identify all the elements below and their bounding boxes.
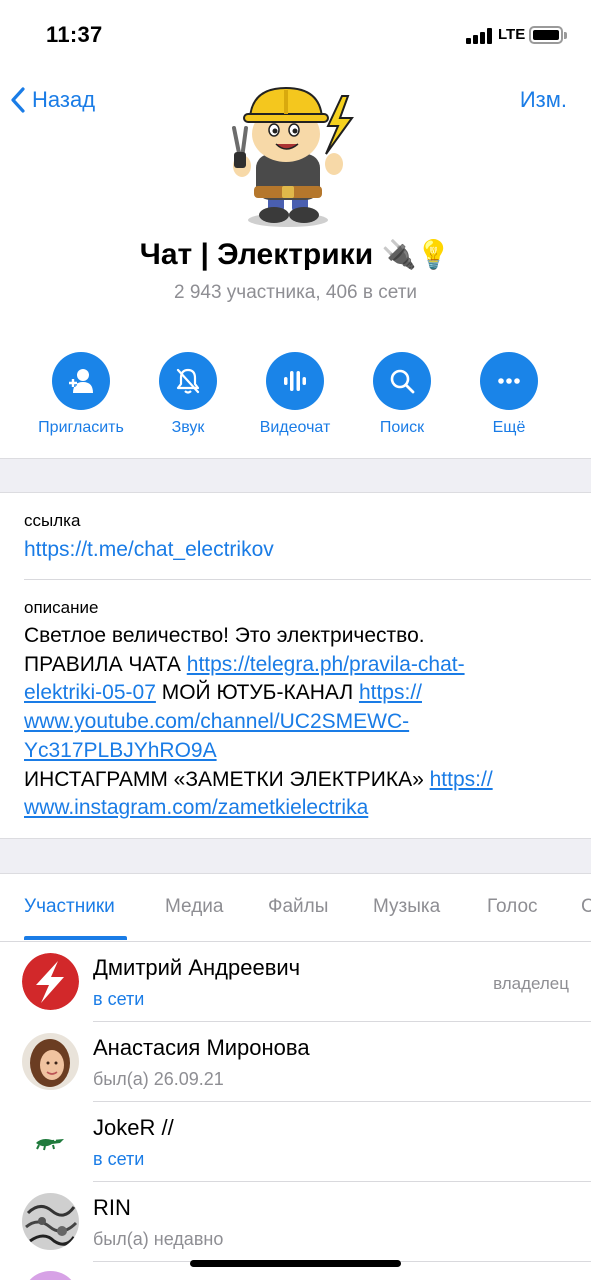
tab-voice[interactable]: Голос xyxy=(487,896,538,918)
battery-icon xyxy=(529,26,567,44)
member-row[interactable]: RIN был(а) недавно xyxy=(0,1182,591,1262)
photo-avatar-icon xyxy=(22,1033,79,1090)
member-name: Дмитрий Андреевич xyxy=(93,955,301,980)
section-separator xyxy=(0,458,591,493)
divider xyxy=(24,579,591,580)
tab-more[interactable]: С xyxy=(581,896,591,918)
more-button[interactable]: Ещё xyxy=(454,352,564,437)
member-role: владелец xyxy=(493,974,569,993)
member-status: был(а) 26.09.21 xyxy=(93,1069,224,1089)
voice-chat-icon xyxy=(266,352,324,410)
section-separator xyxy=(0,838,591,874)
voice-chat-label: Видеочат xyxy=(259,419,331,436)
chevron-left-icon xyxy=(11,87,25,113)
status-bar: 11:37 LTE xyxy=(0,0,591,70)
member-name: Анастасия Миронова xyxy=(93,1035,310,1060)
group-avatar[interactable] xyxy=(216,82,360,230)
tab-media[interactable]: Медиа xyxy=(165,896,223,918)
search-label: Поиск xyxy=(379,419,425,436)
youtube-prefix: МОЙ ЮТУБ-КАНАЛ xyxy=(155,681,359,705)
invite-label: Пригласить xyxy=(38,419,124,436)
invite-button[interactable]: Пригласить xyxy=(26,352,136,437)
search-icon xyxy=(373,352,431,410)
instagram-prefix: ИНСТАГРАММ «ЗАМЕТКИ ЭЛЕКТРИКА» xyxy=(24,767,430,791)
group-subtitle: 2 943 участника, 406 в сети xyxy=(173,282,418,303)
rules-prefix: ПРАВИЛА ЧАТА xyxy=(24,652,187,676)
more-label: Ещё xyxy=(492,419,526,436)
sound-label: Звук xyxy=(171,419,205,436)
back-label: Назад xyxy=(32,87,96,112)
voice-chat-button[interactable]: Видеочат xyxy=(240,352,350,437)
pattern-avatar-icon xyxy=(22,1193,79,1250)
member-row[interactable]: Анастасия Миронова был(а) 26.09.21 xyxy=(0,1022,591,1102)
avatar xyxy=(22,1271,79,1280)
member-status: в сети xyxy=(93,1149,145,1169)
invite-link[interactable]: https://t.me/chat_electrikov xyxy=(24,538,274,562)
home-indicator xyxy=(190,1260,401,1267)
edit-button[interactable]: Изм. xyxy=(520,82,567,118)
member-row[interactable]: Дмитрий Андреевич в сети владелец xyxy=(0,942,591,1022)
network-label: LTE xyxy=(498,26,526,43)
member-status: в сети xyxy=(93,989,145,1009)
tab-members[interactable]: Участники xyxy=(24,896,115,918)
description-line: Светлое величество! Это электричество. xyxy=(24,624,425,647)
search-button[interactable]: Поиск xyxy=(347,352,457,437)
electrician-sticker-icon xyxy=(232,86,354,227)
member-name: RIN xyxy=(93,1195,131,1220)
bell-muted-icon xyxy=(159,352,217,410)
sound-button[interactable]: Звук xyxy=(133,352,243,437)
group-title-text: Чат | Электрики xyxy=(139,238,374,271)
description-caption: описание xyxy=(24,598,99,617)
signal-icon xyxy=(466,28,492,44)
description-text: Светлое величество! Это электричество. П… xyxy=(24,622,584,823)
crocodile-avatar-icon xyxy=(22,1113,79,1170)
link-caption: ссылка xyxy=(24,511,81,530)
status-time: 11:37 xyxy=(46,22,103,47)
more-icon xyxy=(480,352,538,410)
group-title-emoji: 🔌💡 xyxy=(381,239,452,270)
member-row[interactable]: JokeR // в сети xyxy=(0,1102,591,1182)
tab-indicator xyxy=(24,936,127,940)
lightning-avatar-icon xyxy=(22,953,79,1010)
tab-files[interactable]: Файлы xyxy=(268,896,328,918)
group-title: Чат | Электрики 🔌💡 xyxy=(0,238,591,272)
add-user-icon xyxy=(52,352,110,410)
member-status: был(а) недавно xyxy=(93,1229,224,1249)
tab-bar: Участники Медиа Файлы Музыка Голос С xyxy=(0,884,591,942)
tab-music[interactable]: Музыка xyxy=(373,896,440,918)
back-button[interactable]: Назад xyxy=(10,82,95,118)
member-name: JokeR // xyxy=(93,1115,174,1140)
